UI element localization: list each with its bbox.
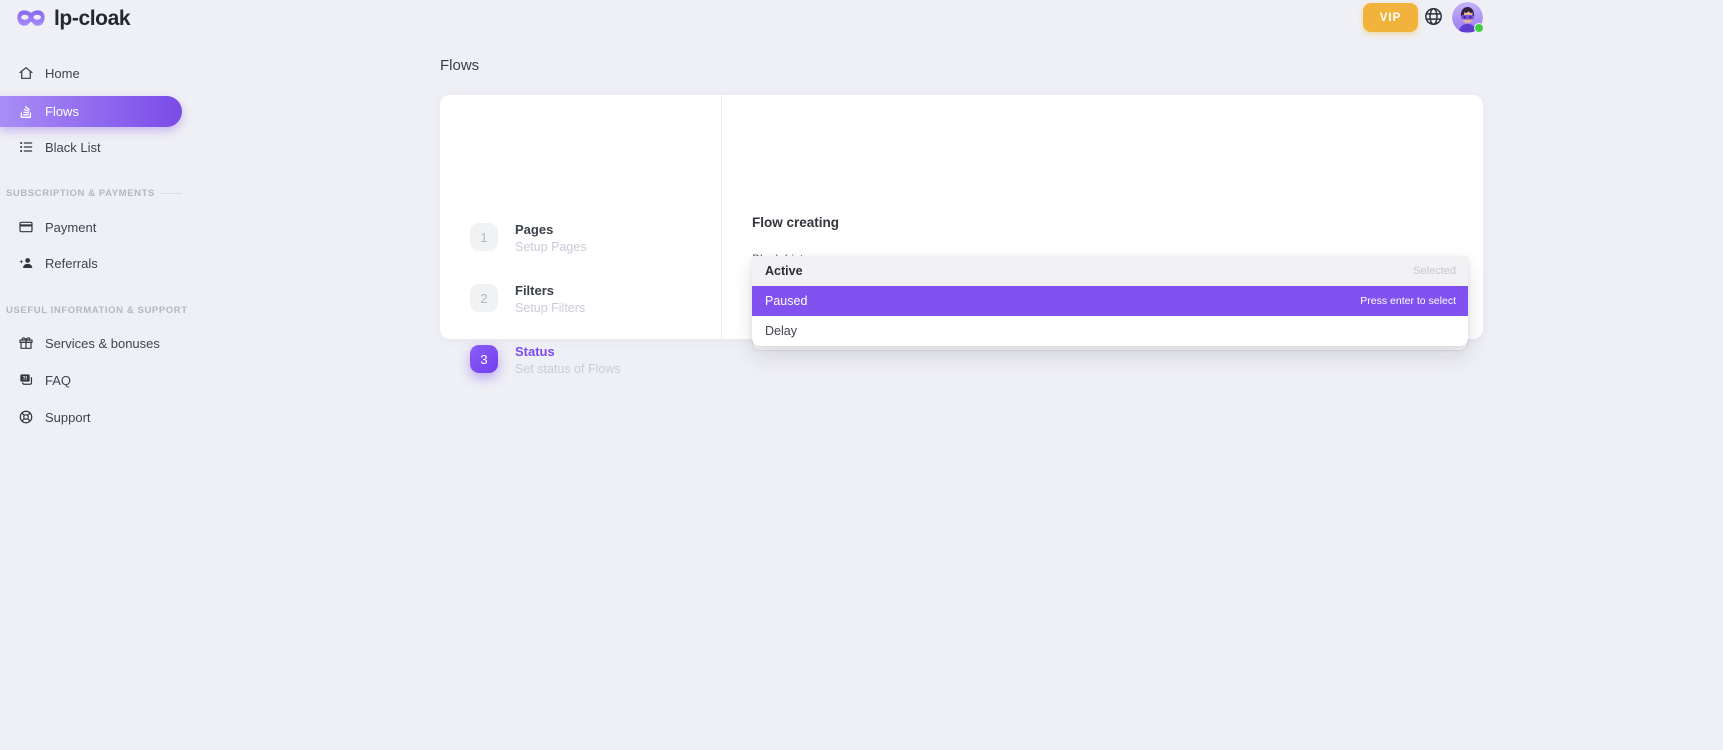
payment-card-icon [18,219,34,235]
referrals-person-icon [18,255,34,271]
step-number-badge: 3 [470,345,498,373]
gift-icon [18,335,34,351]
panel-heading: Flow creating [752,215,839,230]
step-subtitle: Setup Pages [515,240,587,254]
option-paused[interactable]: Paused Press enter to select [752,286,1468,316]
option-active[interactable]: Active Selected [752,256,1468,286]
home-icon [18,65,34,81]
sidebar-item-label: Services & bonuses [45,336,160,351]
globe-icon[interactable] [1423,6,1444,27]
step-pages[interactable]: 1 Pages Setup Pages [470,223,587,254]
option-hint: Press enter to select [1360,295,1456,307]
sidebar-item-referrals[interactable]: Referrals [0,250,200,276]
lifebuoy-icon [18,409,34,425]
sidebar-section-subscription: SUBSCRIPTION & PAYMENTS [0,186,182,200]
sidebar-item-label: FAQ [45,373,71,388]
mask-logo-icon [16,8,46,30]
page-title: Flows [440,57,479,74]
step-number-badge: 2 [470,284,498,312]
step-status[interactable]: 3 Status Set status of Flows [470,345,621,376]
card-divider [721,95,722,339]
sidebar-item-flows[interactable]: Flows [0,96,182,127]
faq-bubble-icon: ?! [18,372,34,388]
step-title: Pages [515,222,587,237]
app-logo[interactable]: lp-cloak [16,7,130,31]
step-number-badge: 1 [470,223,498,251]
step-title: Filters [515,283,585,298]
sidebar-item-label: Referrals [45,256,98,271]
flow-status-dropdown: Active Selected Paused Press enter to se… [752,256,1468,346]
sidebar-section-support: USEFUL INFORMATION & SUPPORT [0,303,182,317]
app-screen: lp-cloak VIP [0,0,1723,750]
step-title: Status [515,344,621,359]
app-name: lp-cloak [54,7,130,31]
black-list-icon [18,139,34,155]
online-status-dot [1474,23,1484,33]
sidebar-item-label: Home [45,66,80,81]
avatar[interactable] [1452,2,1483,33]
sidebar-item-services[interactable]: Services & bonuses [0,330,200,356]
option-hint: Selected [1413,265,1456,277]
section-divider [161,193,182,194]
flow-creating-card: 1 Pages Setup Pages 2 Filters Setup Filt… [440,95,1483,339]
sidebar-item-label: Flows [45,104,79,119]
sidebar-item-label: Support [45,410,91,425]
svg-text:?!: ?! [22,376,27,382]
option-delay[interactable]: Delay [752,316,1468,346]
sidebar-item-home[interactable]: Home [0,60,200,86]
step-subtitle: Set status of Flows [515,362,621,376]
sidebar-item-payment[interactable]: Payment [0,214,200,240]
sidebar-item-label: Black List [45,140,101,155]
step-subtitle: Setup Filters [515,301,585,315]
sidebar-item-label: Payment [45,220,96,235]
step-filters[interactable]: 2 Filters Setup Filters [470,284,585,315]
sidebar-item-black-list[interactable]: Black List [0,134,200,160]
sidebar-item-support[interactable]: Support [0,404,200,430]
sidebar-item-faq[interactable]: ?! FAQ [0,367,200,393]
vip-button[interactable]: VIP [1363,3,1418,32]
flows-stack-icon [18,104,34,120]
